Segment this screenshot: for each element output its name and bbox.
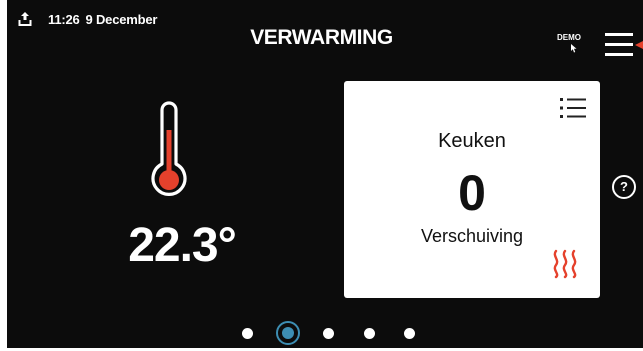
- heating-screen: 11:26 9 December VERWARMING DEMO 22.3° K…: [0, 0, 643, 351]
- help-button[interactable]: ?: [612, 175, 636, 199]
- screen-edge-left: [0, 0, 7, 351]
- clock-time: 11:26: [48, 11, 80, 27]
- page-dot-4[interactable]: [364, 328, 375, 339]
- demo-mode-label[interactable]: DEMO: [557, 33, 581, 42]
- cursor-icon: [571, 44, 577, 53]
- list-icon[interactable]: [559, 96, 587, 120]
- current-temperature: 22.3°: [128, 219, 237, 272]
- thermometer-icon: [151, 101, 187, 196]
- page-dot-active-center: [282, 327, 294, 339]
- zone-card[interactable]: Keuken 0 Verschuiving: [344, 81, 600, 298]
- upload-icon[interactable]: [18, 11, 32, 27]
- page-dot-3[interactable]: [323, 328, 334, 339]
- page-dot-2-active[interactable]: [276, 321, 300, 345]
- page-title: VERWARMING: [250, 26, 393, 49]
- offset-label: Verschuiving: [420, 226, 524, 246]
- hamburger-menu-icon[interactable]: [604, 32, 643, 58]
- page-dot-5[interactable]: [404, 328, 415, 339]
- page-dot-1[interactable]: [242, 328, 253, 339]
- zone-name: Keuken: [438, 130, 506, 152]
- heating-icon: [553, 249, 577, 279]
- offset-value: 0: [458, 165, 486, 221]
- page-indicator: [0, 316, 643, 346]
- clock-date: 9 December: [85, 11, 158, 27]
